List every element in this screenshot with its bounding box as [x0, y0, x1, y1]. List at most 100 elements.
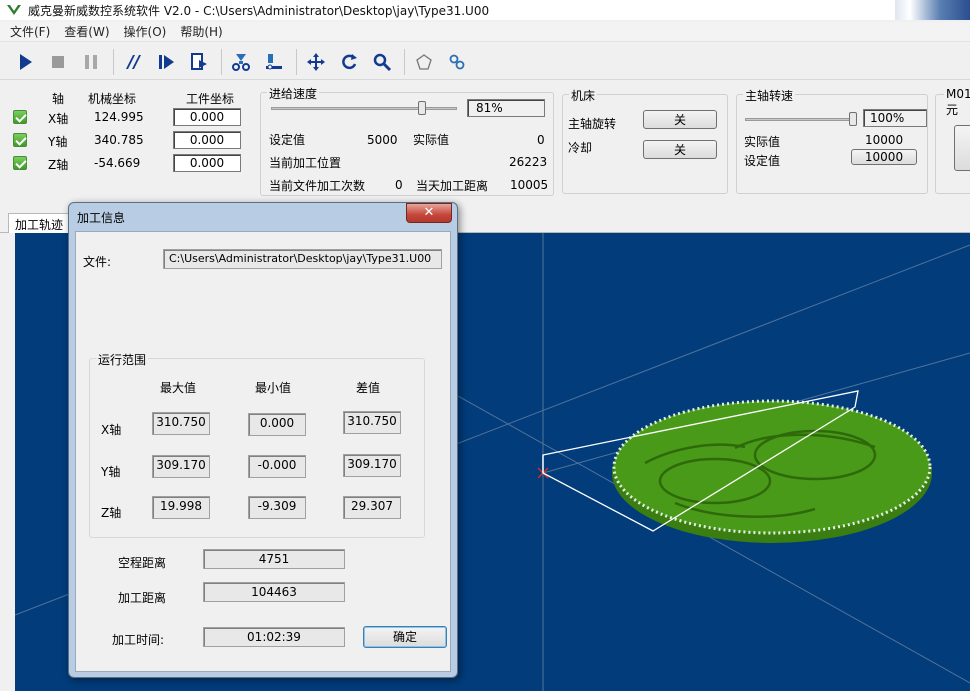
menu-operate[interactable]: 操作(O)	[124, 23, 167, 40]
axis-row-y: Y轴 340.785 0.000	[10, 130, 250, 152]
cut-distance-field: 104463	[203, 582, 345, 602]
stop-icon[interactable]	[45, 48, 71, 76]
pause-icon[interactable]	[78, 48, 104, 76]
spindle-actual-label: 实际值	[744, 135, 781, 149]
toolbar	[0, 44, 970, 80]
y-diff-field: 309.170	[343, 454, 401, 477]
file-run-count-label: 当前文件加工次数	[269, 179, 366, 193]
idle-distance-label: 空程距离	[118, 556, 167, 570]
spindle-rotate-label: 主轴旋转	[568, 117, 617, 131]
daily-distance-label: 当天加工距离	[416, 179, 489, 193]
z-min-field: -9.309	[248, 496, 306, 519]
feed-slider-thumb[interactable]	[417, 101, 426, 115]
toolbar-separator	[296, 48, 297, 75]
axis-header: 轴	[52, 92, 65, 106]
status-panel: 轴 机械坐标 工件坐标 X轴 124.995 0.000 Y轴 340.785 …	[0, 82, 970, 210]
spindle-toggle-button[interactable]: 关	[643, 110, 717, 129]
current-position-value: 26223	[509, 155, 548, 169]
link-icon[interactable]	[444, 48, 470, 76]
toolbar-separator	[221, 48, 222, 75]
y-min-field: -0.000	[248, 455, 306, 478]
min-header: 最小值	[254, 381, 291, 395]
processing-time-label: 加工时间:	[112, 633, 165, 647]
m01-button[interactable]	[954, 125, 970, 171]
background-window-edge	[895, 0, 970, 20]
dialog-body: 文件: C:\Users\Administrator\Desktop\jay\T…	[75, 231, 451, 672]
step-forward-icon[interactable]	[153, 48, 179, 76]
dialog-close-button[interactable]: ✕	[406, 203, 452, 223]
feed-slider-track[interactable]	[271, 107, 457, 110]
m01-group: M01元	[935, 87, 970, 194]
axis-label: Y轴	[48, 135, 68, 149]
menu-help[interactable]: 帮助(H)	[180, 23, 222, 40]
title-bar: 威克曼新威数控系统软件 V2.0 - C:\Users\Administrato…	[0, 0, 970, 20]
machine-group: 机床 主轴旋转 关 冷却 关	[562, 87, 728, 194]
feed-group: 进给速度 81% 设定值 5000 实际值 0 当前加工位置 26223 当前文…	[260, 85, 554, 196]
spindle-set-label: 设定值	[744, 154, 781, 168]
max-header: 最大值	[159, 381, 196, 395]
ok-button[interactable]: 确定	[363, 626, 447, 648]
x-min-field: 0.000	[248, 413, 306, 436]
z-max-field: 19.998	[152, 496, 210, 519]
file-label: 文件:	[83, 255, 112, 269]
tab-toolpath[interactable]: 加工轨迹	[8, 213, 71, 233]
axis-label-x: X轴	[101, 423, 122, 437]
coolant-toggle-button[interactable]: 关	[643, 140, 717, 159]
feed-title: 进给速度	[267, 85, 320, 102]
menu-view[interactable]: 查看(W)	[64, 23, 109, 40]
step-icon[interactable]	[120, 48, 146, 76]
file-run-icon[interactable]	[186, 48, 212, 76]
work-coord-field[interactable]: 0.000	[173, 108, 241, 126]
axis-label: X轴	[48, 112, 69, 126]
daily-distance-value: 10005	[510, 178, 549, 192]
rotate-icon[interactable]	[336, 48, 362, 76]
x-max-field: 310.750	[152, 412, 210, 435]
machine-coord-value: -54.669	[94, 156, 141, 170]
work-coord-field[interactable]: 0.000	[173, 154, 241, 172]
axis-label-z: Z轴	[101, 506, 122, 520]
spindle-speed-title: 主轴转速	[743, 87, 796, 104]
x-enable-checkbox[interactable]	[13, 110, 27, 124]
polygon-icon[interactable]	[411, 48, 437, 76]
machine-title: 机床	[569, 87, 598, 104]
spindle-actual-value: 10000	[865, 133, 904, 147]
zoom-icon[interactable]	[369, 48, 395, 76]
spindle-set-button[interactable]: 10000	[851, 149, 917, 165]
y-enable-checkbox[interactable]	[13, 133, 27, 147]
idle-distance-field: 4751	[203, 549, 345, 569]
machine-coord-value: 340.785	[94, 133, 144, 147]
y-max-field: 309.170	[152, 455, 210, 478]
tool-zero-icon[interactable]	[261, 48, 287, 76]
file-run-count-value: 0	[395, 178, 403, 192]
z-enable-checkbox[interactable]	[13, 156, 27, 170]
play-icon[interactable]	[12, 48, 38, 76]
move-icon[interactable]	[303, 48, 329, 76]
menu-file[interactable]: 文件(F)	[10, 23, 50, 40]
toolbar-separator	[113, 48, 114, 75]
processing-info-dialog: 加工信息 ✕ 文件: C:\Users\Administrator\Deskto…	[68, 202, 458, 678]
work-coord-field[interactable]: 0.000	[173, 131, 241, 149]
toolbar-separator	[404, 48, 405, 75]
menu-bar: 文件(F) 查看(W) 操作(O) 帮助(H)	[0, 22, 970, 42]
file-path-field: C:\Users\Administrator\Desktop\jay\Type3…	[163, 249, 442, 269]
tool-home-icon[interactable]	[228, 48, 254, 76]
diff-header: 差值	[355, 381, 380, 395]
spindle-slider-thumb[interactable]	[849, 112, 857, 126]
feed-actual-label: 实际值	[413, 133, 450, 147]
feed-actual-value: 0	[537, 133, 545, 147]
cut-distance-label: 加工距离	[118, 591, 167, 605]
axis-row-x: X轴 124.995 0.000	[10, 107, 250, 129]
axis-row-z: Z轴 -54.669 0.000	[10, 153, 250, 175]
dialog-title: 加工信息	[77, 211, 126, 225]
coolant-label: 冷却	[568, 141, 593, 155]
x-diff-field: 310.750	[343, 411, 401, 434]
feed-percent: 81%	[467, 99, 545, 117]
spindle-speed-group: 主轴转速 100% 实际值 10000 设定值 10000	[736, 87, 928, 194]
axis-label-y: Y轴	[101, 465, 121, 479]
machine-coord-header: 机械坐标	[88, 92, 137, 106]
spindle-slider-track[interactable]	[745, 118, 853, 121]
current-position-label: 当前加工位置	[269, 156, 342, 170]
window-title: 威克曼新威数控系统软件 V2.0 - C:\Users\Administrato…	[28, 3, 490, 18]
work-coord-header: 工件坐标	[186, 92, 235, 106]
feed-set-value: 5000	[367, 133, 398, 147]
